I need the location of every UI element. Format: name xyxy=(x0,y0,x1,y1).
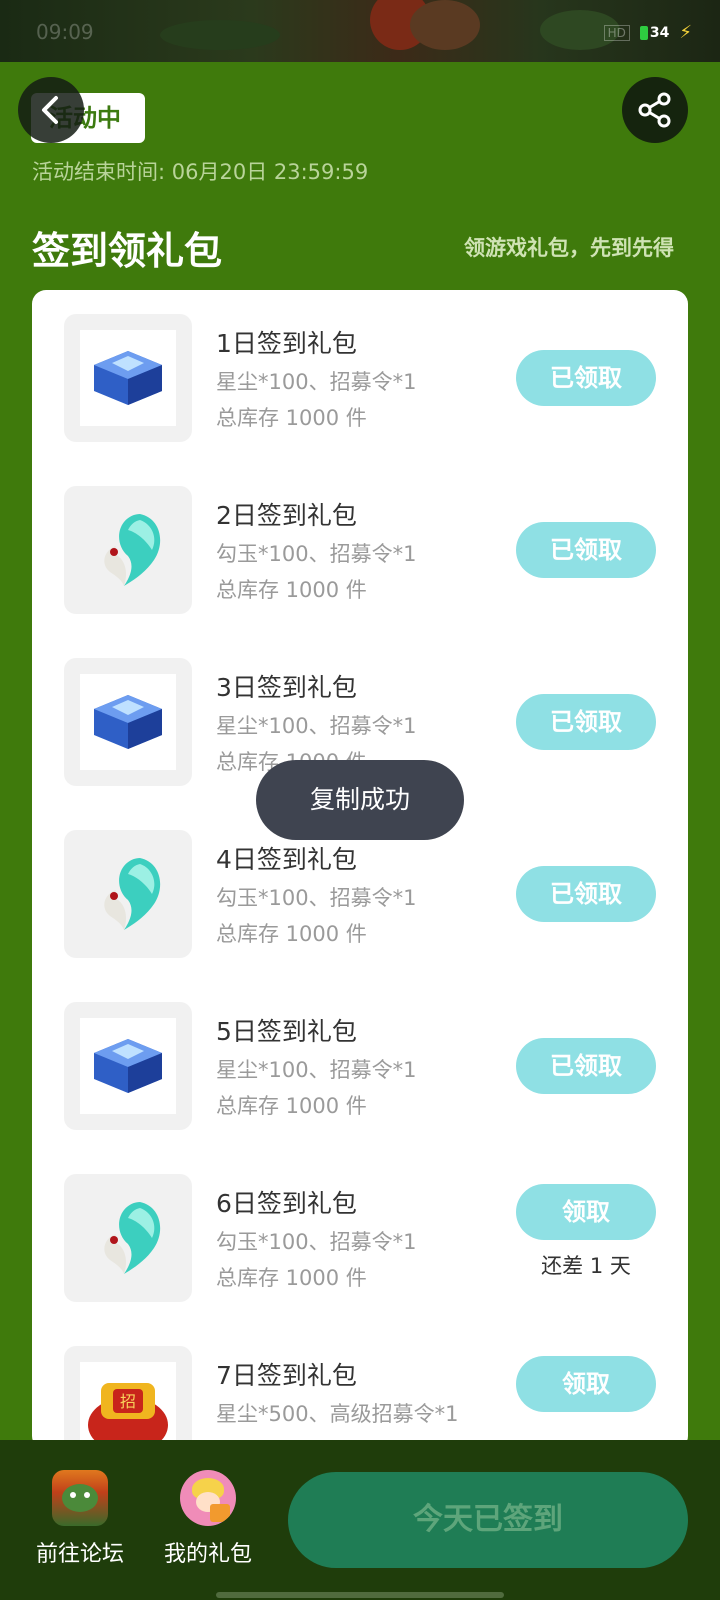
gift-name: 7日签到礼包 xyxy=(216,1361,357,1390)
gift-avatar-icon xyxy=(180,1470,236,1526)
status-time: 09:09 xyxy=(36,20,94,44)
home-indicator[interactable] xyxy=(216,1592,504,1598)
claim-button[interactable]: 领取 xyxy=(516,1356,656,1412)
crystal-chest-icon xyxy=(94,695,162,749)
days-remaining-note: 还差 1 天 xyxy=(541,1254,631,1278)
share-button[interactable] xyxy=(622,77,688,143)
gift-thumbnail xyxy=(64,830,192,958)
status-icons: HD 34 ⚡ xyxy=(603,22,692,43)
toast-message: 复制成功 xyxy=(256,760,464,840)
gift-name: 2日签到礼包 xyxy=(216,501,357,530)
claimed-button[interactable]: 已领取 xyxy=(516,1038,656,1094)
gift-list-card: 1日签到礼包 星尘*100、招募令*1 总库存 1000 件 已领取 2日签到礼… xyxy=(32,290,688,1450)
network-badge: HD xyxy=(603,24,630,41)
gift-thumbnail xyxy=(64,314,192,442)
gift-name: 3日签到礼包 xyxy=(216,673,357,702)
claimed-button[interactable]: 已领取 xyxy=(516,866,656,922)
jade-magatama-icon xyxy=(104,1202,161,1274)
gift-thumbnail xyxy=(64,1002,192,1130)
gift-stock: 总库存 1000 件 xyxy=(216,1094,367,1118)
forum-button[interactable]: 前往论坛 xyxy=(32,1470,128,1568)
gift-description: 星尘*100、招募令*1 xyxy=(216,1058,417,1082)
screen: 09:09 HD 34 ⚡ 活动中 活动结束时间: 06月20日 23:59:5… xyxy=(0,0,720,1600)
gift-stock: 总库存 1000 件 xyxy=(216,922,367,946)
chevron-left-icon xyxy=(42,96,58,124)
crystal-chest-icon xyxy=(94,351,162,405)
activity-end-time: 活动结束时间: 06月20日 23:59:59 xyxy=(32,160,369,184)
my-gifts-label: 我的礼包 xyxy=(163,1542,252,1567)
gift-thumbnail: 招 xyxy=(64,1346,192,1450)
share-icon xyxy=(638,92,671,128)
gift-stock: 总库存 1000 件 xyxy=(216,1266,367,1290)
gift-item: 招 7日签到礼包 星尘*500、高级招募令*1 领取 xyxy=(32,1322,688,1450)
gift-thumbnail xyxy=(64,658,192,786)
golden-treasure-icon: 招 xyxy=(88,1383,168,1450)
gift-description: 星尘*100、招募令*1 xyxy=(216,714,417,738)
gift-stock: 总库存 1000 件 xyxy=(216,578,367,602)
gift-name: 5日签到礼包 xyxy=(216,1017,357,1046)
game-avatar-icon xyxy=(52,1470,108,1526)
jade-magatama-icon xyxy=(104,514,161,586)
section-title: 签到领礼包 xyxy=(32,229,223,273)
back-button[interactable] xyxy=(18,77,84,143)
gift-thumbnail xyxy=(64,1174,192,1302)
section-subtitle: 领游戏礼包，先到先得 xyxy=(464,236,674,260)
game-banner: 09:09 HD 34 ⚡ xyxy=(0,0,720,62)
gift-name: 1日签到礼包 xyxy=(216,329,357,358)
gift-name: 6日签到礼包 xyxy=(216,1189,357,1218)
svg-text:招: 招 xyxy=(120,1392,136,1411)
gift-thumbnail xyxy=(64,486,192,614)
gift-item: 1日签到礼包 星尘*100、招募令*1 总库存 1000 件 已领取 xyxy=(32,290,688,466)
gift-description: 勾玉*100、招募令*1 xyxy=(216,886,417,910)
claimed-button[interactable]: 已领取 xyxy=(516,350,656,406)
checked-in-button[interactable]: 今天已签到 xyxy=(288,1472,688,1568)
forum-label: 前往论坛 xyxy=(35,1542,124,1567)
claimed-button[interactable]: 已领取 xyxy=(516,694,656,750)
gift-item: 6日签到礼包 勾玉*100、招募令*1 总库存 1000 件 领取 还差 1 天 xyxy=(32,1150,688,1326)
my-gifts-button[interactable]: 我的礼包 xyxy=(160,1470,256,1568)
gift-name: 4日签到礼包 xyxy=(216,845,357,874)
bottom-bar: 前往论坛 我的礼包 今天已签到 xyxy=(0,1440,720,1600)
gift-description: 星尘*100、招募令*1 xyxy=(216,370,417,394)
claim-button[interactable]: 领取 xyxy=(516,1184,656,1240)
gift-description: 星尘*500、高级招募令*1 xyxy=(216,1402,459,1426)
gift-item: 5日签到礼包 星尘*100、招募令*1 总库存 1000 件 已领取 xyxy=(32,978,688,1154)
gift-stock: 总库存 1000 件 xyxy=(216,406,367,430)
claimed-button[interactable]: 已领取 xyxy=(516,522,656,578)
crystal-chest-icon xyxy=(94,1039,162,1093)
battery-icon: 34 xyxy=(639,24,670,41)
charging-icon: ⚡ xyxy=(679,22,692,43)
battery-level: 34 xyxy=(649,24,670,41)
gift-description: 勾玉*100、招募令*1 xyxy=(216,542,417,566)
gift-item: 2日签到礼包 勾玉*100、招募令*1 总库存 1000 件 已领取 xyxy=(32,462,688,638)
jade-magatama-icon xyxy=(104,858,161,930)
gift-description: 勾玉*100、招募令*1 xyxy=(216,1230,417,1254)
